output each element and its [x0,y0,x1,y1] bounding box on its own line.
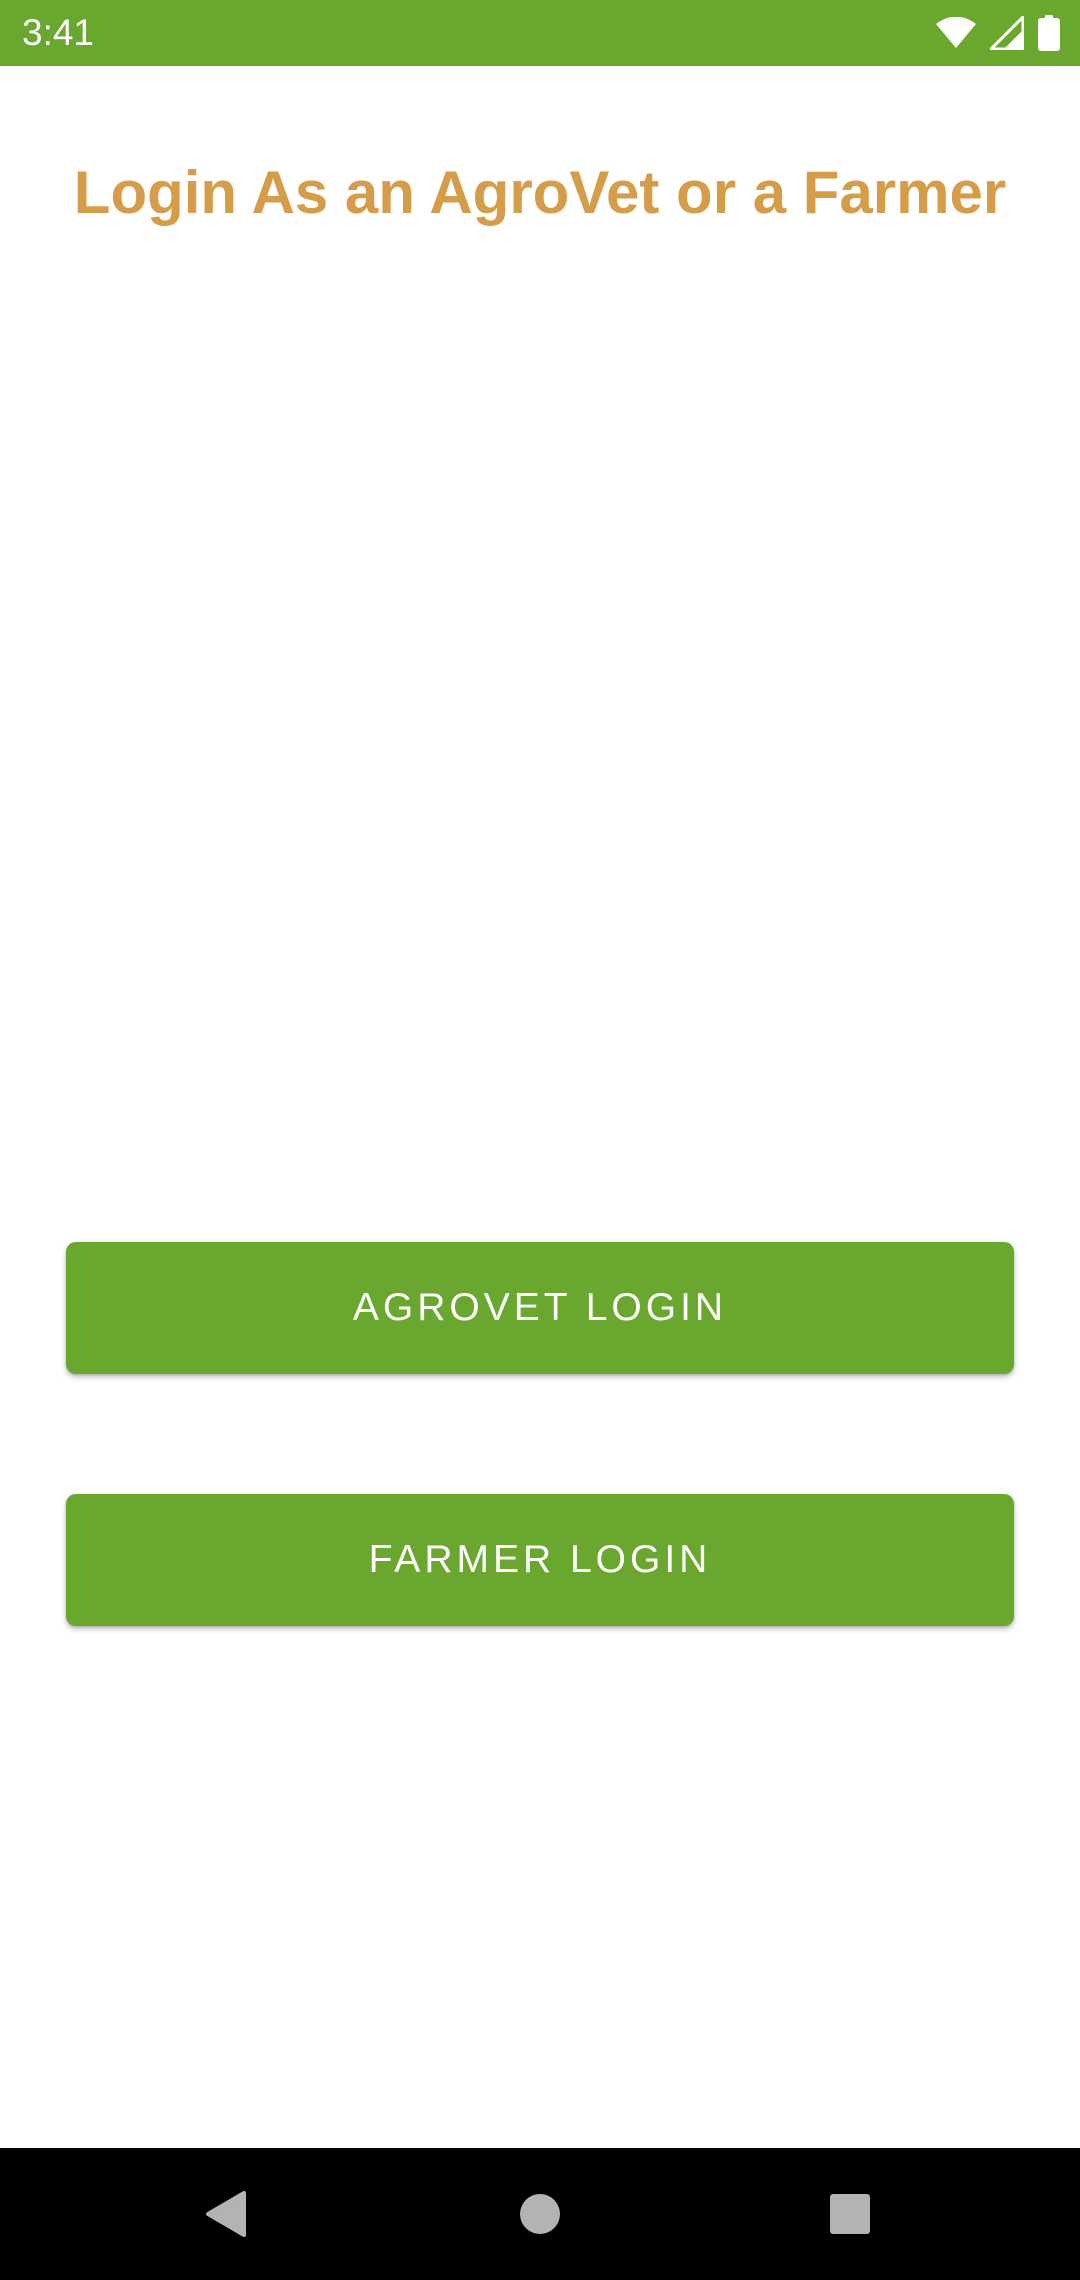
farmer-login-button[interactable]: FARMER LOGIN [66,1494,1014,1626]
home-icon[interactable] [480,2148,600,2280]
page-title: Login As an AgroVet or a Farmer [73,159,1007,226]
status-bar: 3:41 [0,0,1080,66]
navigation-bar [0,2148,1080,2280]
status-time: 3:41 [22,12,95,53]
cellular-signal-icon [990,16,1024,50]
login-choice-screen: 3:41 Login As an AgroVet or a Farmer AGR… [0,0,1080,2280]
status-icons [936,0,1060,66]
recents-icon[interactable] [790,2148,910,2280]
agrovet-login-button[interactable]: AGROVET LOGIN [66,1242,1014,1374]
battery-icon [1038,15,1060,51]
back-icon[interactable] [166,2148,286,2280]
wifi-icon [936,17,976,49]
